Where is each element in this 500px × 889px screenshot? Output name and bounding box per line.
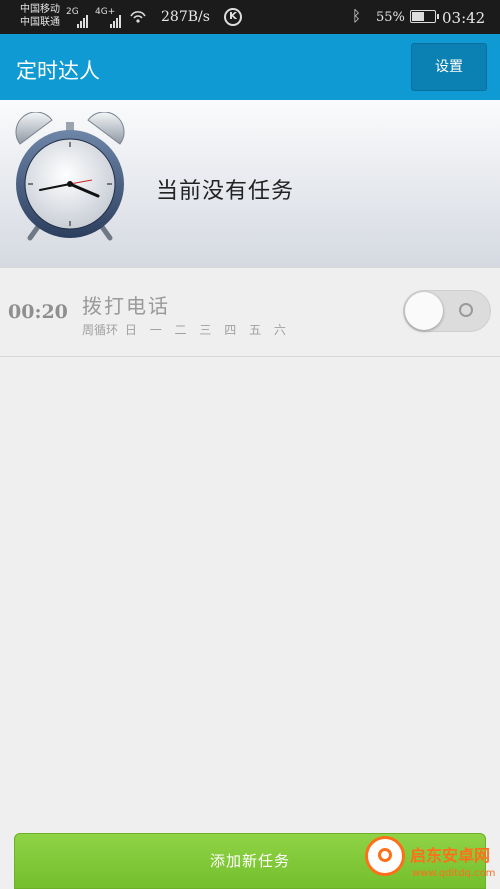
carrier-names: 中国移动 中国联通: [20, 3, 60, 29]
repeat-day: 二: [174, 323, 187, 337]
wifi-icon: [130, 11, 146, 23]
status-time: 03:42: [442, 9, 486, 27]
repeat-day: 五: [249, 323, 262, 337]
repeat-day: 日: [124, 323, 137, 337]
task-name: 拨打电话: [82, 294, 170, 318]
battery-percent: 55%: [376, 10, 405, 25]
network-speed: 287B/s: [161, 9, 210, 25]
repeat-label: 周循环: [82, 323, 119, 337]
watermark-logo-icon: [365, 836, 405, 876]
app-title: 定时达人: [16, 59, 100, 83]
task-repeat: 周循环 日 一 二 三 四 五 六: [82, 321, 295, 338]
watermark-url: www.qdltdq.com: [412, 868, 496, 879]
signal-bars-icon: [77, 9, 89, 28]
status-bar: 中国移动 中国联通 2G 4G+ 287B/s K ᛒ 55% 03:42: [0, 0, 500, 34]
empty-state-text: 当前没有任务: [156, 179, 295, 204]
toggle-off-icon: [459, 303, 473, 317]
battery-icon: [410, 10, 439, 23]
watermark-title: 启东安卓网: [410, 846, 491, 865]
carrier-1: 中国移动: [20, 4, 60, 15]
repeat-day: 六: [273, 323, 286, 337]
task-row[interactable]: 00:20 拨打电话 周循环 日 一 二 三 四 五 六: [0, 268, 500, 357]
bluetooth-icon: ᛒ: [352, 7, 362, 25]
repeat-day: 一: [149, 323, 162, 337]
repeat-day: 四: [224, 323, 237, 337]
task-enable-toggle[interactable]: [403, 290, 491, 332]
app-header: 定时达人 设置: [0, 34, 500, 100]
toggle-knob: [405, 292, 443, 330]
empty-state-banner: 当前没有任务: [0, 100, 500, 268]
k-icon: K: [224, 8, 242, 26]
settings-button[interactable]: 设置: [411, 43, 487, 91]
repeat-day: 三: [199, 323, 212, 337]
carrier-2: 中国联通: [20, 17, 60, 28]
signal-bars-2-icon: [110, 9, 122, 28]
battery-fill: [412, 12, 424, 21]
task-time: 00:20: [8, 301, 68, 323]
alarm-clock-icon: [15, 112, 125, 241]
